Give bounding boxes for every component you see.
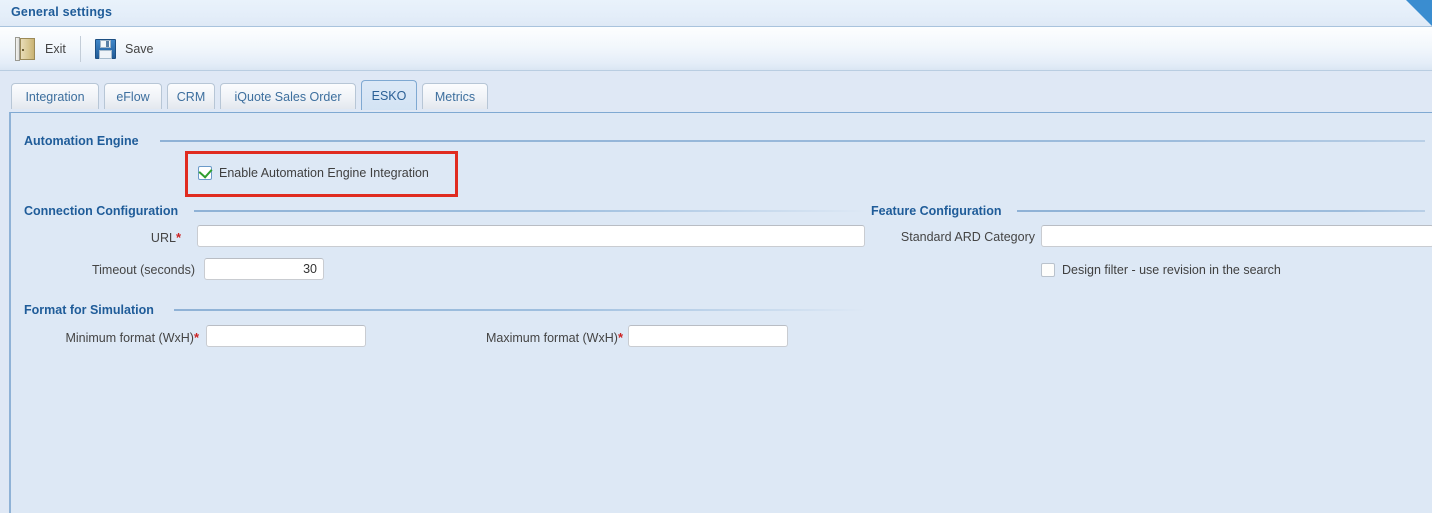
group-title-automation-engine: Automation Engine	[24, 134, 139, 148]
url-label-text: URL	[150, 231, 176, 245]
group-rule-automation-engine	[160, 140, 1425, 142]
maximum-format-label: Maximum format (WxH)*	[463, 330, 623, 345]
save-button[interactable]: Save	[90, 34, 158, 64]
group-rule-format-for-simulation	[174, 309, 866, 311]
standard-ard-category-label: Standard ARD Category	[900, 230, 1035, 244]
minimum-format-label-text: Minimum format (WxH)	[65, 331, 194, 345]
toolbar-separator	[80, 36, 81, 62]
tab-eflow[interactable]: eFlow	[104, 83, 162, 109]
design-filter-label: Design filter - use revision in the sear…	[1062, 263, 1281, 277]
minimum-format-input[interactable]	[206, 325, 366, 347]
page-title: General settings	[11, 5, 113, 19]
general-settings-window: General settings Exit Save Integration e…	[0, 0, 1432, 513]
timeout-field-label: Timeout (seconds)	[91, 263, 195, 277]
tab-strip: Integration eFlow CRM iQuote Sales Order…	[0, 71, 1432, 113]
tab-crm[interactable]: CRM	[167, 83, 215, 109]
group-title-connection-configuration: Connection Configuration	[24, 204, 179, 218]
minimum-format-label: Minimum format (WxH)*	[41, 330, 199, 345]
group-title-format-for-simulation: Format for Simulation	[24, 303, 154, 317]
minimum-format-required-asterisk: *	[193, 330, 199, 345]
enable-automation-engine-checkbox[interactable]	[198, 164, 213, 180]
toolbar: Exit Save	[0, 27, 1432, 71]
tab-metrics[interactable]: Metrics	[422, 83, 488, 109]
tab-iquote-sales-order[interactable]: iQuote Sales Order	[220, 83, 356, 109]
floppy-save-icon	[94, 37, 118, 61]
enable-automation-engine-checkbox-row[interactable]: Enable Automation Engine Integration	[198, 164, 429, 180]
url-field-label: URL*	[71, 230, 181, 245]
design-filter-checkbox-row[interactable]: Design filter - use revision in the sear…	[1041, 263, 1281, 277]
group-title-feature-configuration: Feature Configuration	[871, 204, 1002, 218]
esko-settings-panel: Automation Engine Enable Automation Engi…	[9, 112, 1432, 513]
tab-esko[interactable]: ESKO	[361, 80, 417, 110]
group-rule-feature-configuration	[1017, 210, 1425, 212]
maximum-format-input[interactable]	[628, 325, 788, 347]
design-filter-checkbox[interactable]	[1041, 263, 1055, 277]
group-rule-connection-configuration	[194, 210, 866, 212]
exit-button-label: Exit	[45, 42, 66, 56]
door-exit-icon	[14, 37, 38, 61]
maximum-format-label-text: Maximum format (WxH)	[485, 331, 618, 345]
corner-fold-decoration	[1406, 0, 1432, 26]
save-button-label: Save	[125, 42, 154, 56]
tab-integration[interactable]: Integration	[11, 83, 99, 109]
url-required-asterisk: *	[175, 230, 181, 245]
timeout-input[interactable]	[204, 258, 324, 280]
maximum-format-required-asterisk: *	[617, 330, 623, 345]
window-titlebar: General settings	[0, 0, 1432, 27]
exit-button[interactable]: Exit	[10, 34, 70, 64]
checkmark-icon	[198, 164, 213, 179]
url-input[interactable]	[197, 225, 865, 247]
enable-automation-engine-label: Enable Automation Engine Integration	[219, 166, 429, 180]
standard-ard-category-input[interactable]	[1041, 225, 1432, 247]
